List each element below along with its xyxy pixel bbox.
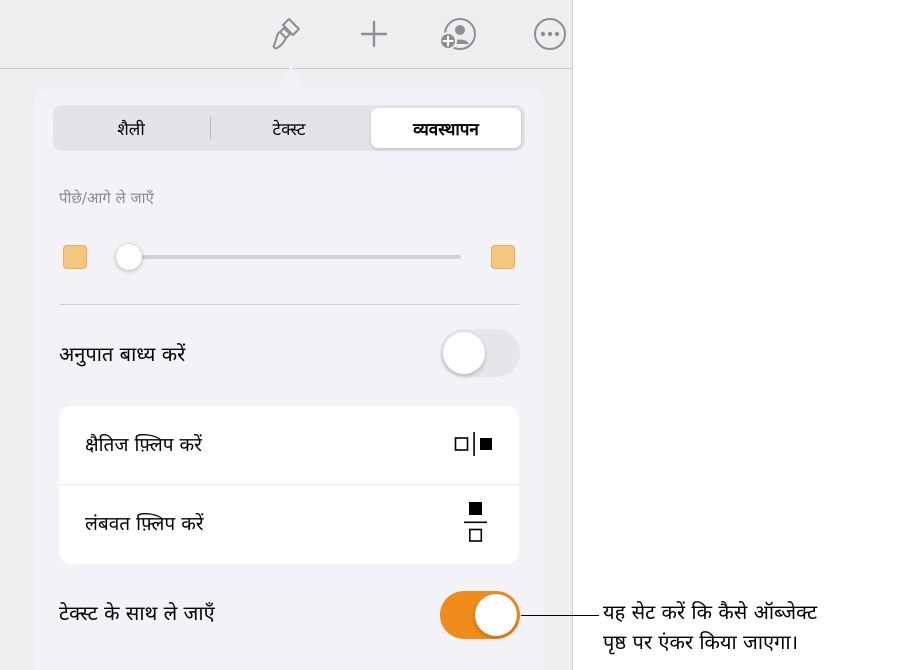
callout-leader-line xyxy=(521,615,599,616)
paintbrush-icon[interactable] xyxy=(266,14,306,54)
move-back-forward-label: पीछे/आगे ले जाएँ xyxy=(59,189,154,207)
tab-arrange[interactable]: व्यवस्थापन xyxy=(371,108,521,148)
flip-vertical-row[interactable]: लंबवत फ़्लिप करें xyxy=(59,485,519,563)
toolbar xyxy=(0,0,572,68)
more-icon[interactable] xyxy=(530,14,570,54)
popover-arrow xyxy=(277,66,305,88)
format-popover: शैली टेक्स्ट व्यवस्थापन पीछे/आगे ले जाएँ… xyxy=(34,88,544,670)
bring-forward-icon[interactable] xyxy=(491,245,515,269)
ipad-screen: शैली टेक्स्ट व्यवस्थापन पीछे/आगे ले जाएँ… xyxy=(0,0,573,670)
format-tabs: शैली टेक्स्ट व्यवस्थापन xyxy=(53,105,525,151)
flip-horizontal-icon xyxy=(454,432,492,456)
plus-icon[interactable] xyxy=(354,14,394,54)
tab-style[interactable]: शैली xyxy=(57,108,205,148)
move-with-text-label: टेक्स्ट के साथ ले जाएँ xyxy=(59,601,215,625)
send-backward-icon[interactable] xyxy=(63,245,87,269)
flip-horizontal-row[interactable]: क्षैतिज फ़्लिप करें xyxy=(59,406,519,484)
add-person-icon[interactable] xyxy=(438,14,478,54)
toggle-knob xyxy=(475,594,517,636)
move-with-text-toggle[interactable] xyxy=(440,591,520,639)
callout-line-1: यह सेट करें कि कैसे ऑब्जेक्ट xyxy=(603,600,818,624)
layer-slider-thumb[interactable] xyxy=(116,244,142,270)
constrain-proportions-toggle[interactable] xyxy=(440,329,520,377)
flip-horizontal-label: क्षैतिज फ़्लिप करें xyxy=(85,434,202,456)
tab-divider xyxy=(210,117,211,139)
constrain-proportions-label: अनुपात बाध्य करें xyxy=(59,342,186,366)
flip-options-card: क्षैतिज फ़्लिप करें लंबवत फ़्लिप करें xyxy=(59,406,519,564)
toggle-knob xyxy=(443,332,485,374)
callout-line-2: पृष्ठ पर एंकर किया जाएगा। xyxy=(603,630,799,654)
tab-text[interactable]: टेक्स्ट xyxy=(215,108,363,148)
layer-slider-track[interactable] xyxy=(124,255,461,259)
callout-text: यह सेट करें कि कैसे ऑब्जेक्ट पृष्ठ पर एं… xyxy=(603,597,915,657)
flip-vertical-label: लंबवत फ़्लिप करें xyxy=(85,513,204,535)
section-divider xyxy=(59,304,519,305)
flip-vertical-icon xyxy=(464,502,487,542)
